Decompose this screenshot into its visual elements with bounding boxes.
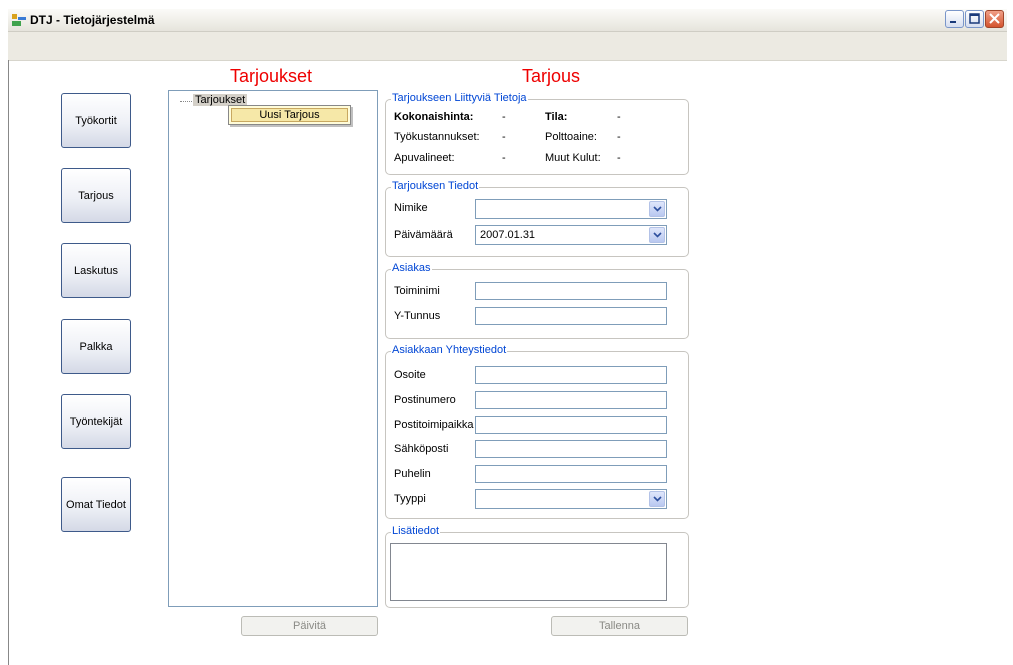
status-value: - xyxy=(617,111,621,123)
group-title: Asiakkaan Yhteystiedot xyxy=(391,344,508,356)
address-input[interactable] xyxy=(475,366,667,384)
window-left-border xyxy=(8,60,9,665)
nav-label: Laskutus xyxy=(73,264,119,277)
phone-label: Puhelin xyxy=(394,468,431,480)
minimize-icon xyxy=(950,21,956,23)
chevron-down-icon xyxy=(653,232,662,238)
close-button[interactable] xyxy=(985,10,1004,28)
save-button[interactable]: Tallenna xyxy=(551,616,688,636)
address-label: Osoite xyxy=(394,369,426,381)
close-icon xyxy=(989,13,1000,24)
date-dropdown-button[interactable] xyxy=(649,227,665,243)
toolbar-strip xyxy=(8,32,1007,61)
offers-heading: Tarjoukset xyxy=(230,66,313,86)
date-label: Päivämäärä xyxy=(394,229,453,241)
group-title: Tarjoukseen Liittyviä Tietoja xyxy=(391,92,528,104)
new-offer-menu-item[interactable]: Uusi Tarjous xyxy=(231,108,348,122)
name-combo[interactable] xyxy=(475,199,667,219)
nav-tyokortit-button[interactable]: Työkortit xyxy=(61,93,131,148)
maximize-button[interactable] xyxy=(965,10,984,28)
fuel-label: Polttoaine: xyxy=(545,131,597,143)
group-title: Tarjouksen Tiedot xyxy=(391,180,480,192)
nav-laskutus-button[interactable]: Laskutus xyxy=(61,243,131,298)
tree-connector xyxy=(180,101,192,102)
email-input[interactable] xyxy=(475,440,667,458)
chevron-down-icon xyxy=(653,496,662,502)
total-price-label: Kokonaishinta: xyxy=(394,111,474,123)
refresh-button[interactable]: Päivitä xyxy=(241,616,378,636)
nav-tarjous-button[interactable]: Tarjous xyxy=(61,168,131,223)
fuel-value: - xyxy=(617,131,621,143)
phone-input[interactable] xyxy=(475,465,667,483)
business-id-label: Y-Tunnus xyxy=(394,310,441,322)
app-icon xyxy=(12,14,26,26)
type-combo[interactable] xyxy=(475,489,667,509)
name-label: Nimike xyxy=(394,202,428,214)
other-costs-label: Muut Kulut: xyxy=(545,152,601,164)
type-dropdown-button[interactable] xyxy=(649,491,665,507)
customer-group: Asiakas xyxy=(385,262,689,339)
nav-palkka-button[interactable]: Palkka xyxy=(61,319,131,374)
date-picker[interactable]: 2007.01.31 xyxy=(475,225,667,245)
chevron-down-icon xyxy=(653,206,662,212)
nav-tyontekijat-button[interactable]: Työntekijät xyxy=(61,394,131,449)
email-label: Sähköposti xyxy=(394,443,449,455)
date-value: 2007.01.31 xyxy=(480,229,536,241)
company-name-label: Toiminimi xyxy=(394,285,440,297)
tools-value: - xyxy=(502,152,506,164)
city-input[interactable] xyxy=(475,416,667,434)
nav-label: Omat Tiedot xyxy=(66,498,126,511)
nav-omat-tiedot-button[interactable]: Omat Tiedot xyxy=(61,477,131,532)
group-title: Asiakas xyxy=(391,262,432,274)
type-label: Tyyppi xyxy=(394,493,426,505)
labor-costs-value: - xyxy=(502,131,506,143)
context-menu: Uusi Tarjous xyxy=(228,105,351,125)
minimize-button[interactable] xyxy=(945,10,964,28)
nav-label: Työkortit xyxy=(75,114,117,127)
maximize-icon xyxy=(969,13,980,24)
city-label: Postitoimipaikka xyxy=(394,419,474,431)
business-id-input[interactable] xyxy=(475,307,667,325)
title-bar: DTJ - Tietojärjestelmä xyxy=(8,9,1007,32)
other-costs-value: - xyxy=(617,152,621,164)
nav-label: Palkka xyxy=(79,340,113,353)
offer-heading: Tarjous xyxy=(522,66,581,86)
offer-details-group: Tarjouksen Tiedot xyxy=(385,180,689,257)
tools-label: Apuvalineet: xyxy=(394,152,455,164)
nav-label: Työntekijät xyxy=(69,415,123,428)
postal-code-input[interactable] xyxy=(475,391,667,409)
labor-costs-label: Työkustannukset: xyxy=(394,131,480,143)
status-label: Tila: xyxy=(545,111,568,123)
company-name-input[interactable] xyxy=(475,282,667,300)
total-price-value: - xyxy=(502,111,506,123)
offers-tree[interactable] xyxy=(168,90,378,607)
notes-textarea[interactable] xyxy=(390,543,667,601)
postal-code-label: Postinumero xyxy=(394,394,456,406)
nav-label: Tarjous xyxy=(78,189,114,202)
group-title: Lisätiedot xyxy=(391,525,441,537)
name-dropdown-button[interactable] xyxy=(649,201,665,217)
window-title: DTJ - Tietojärjestelmä xyxy=(30,13,155,27)
